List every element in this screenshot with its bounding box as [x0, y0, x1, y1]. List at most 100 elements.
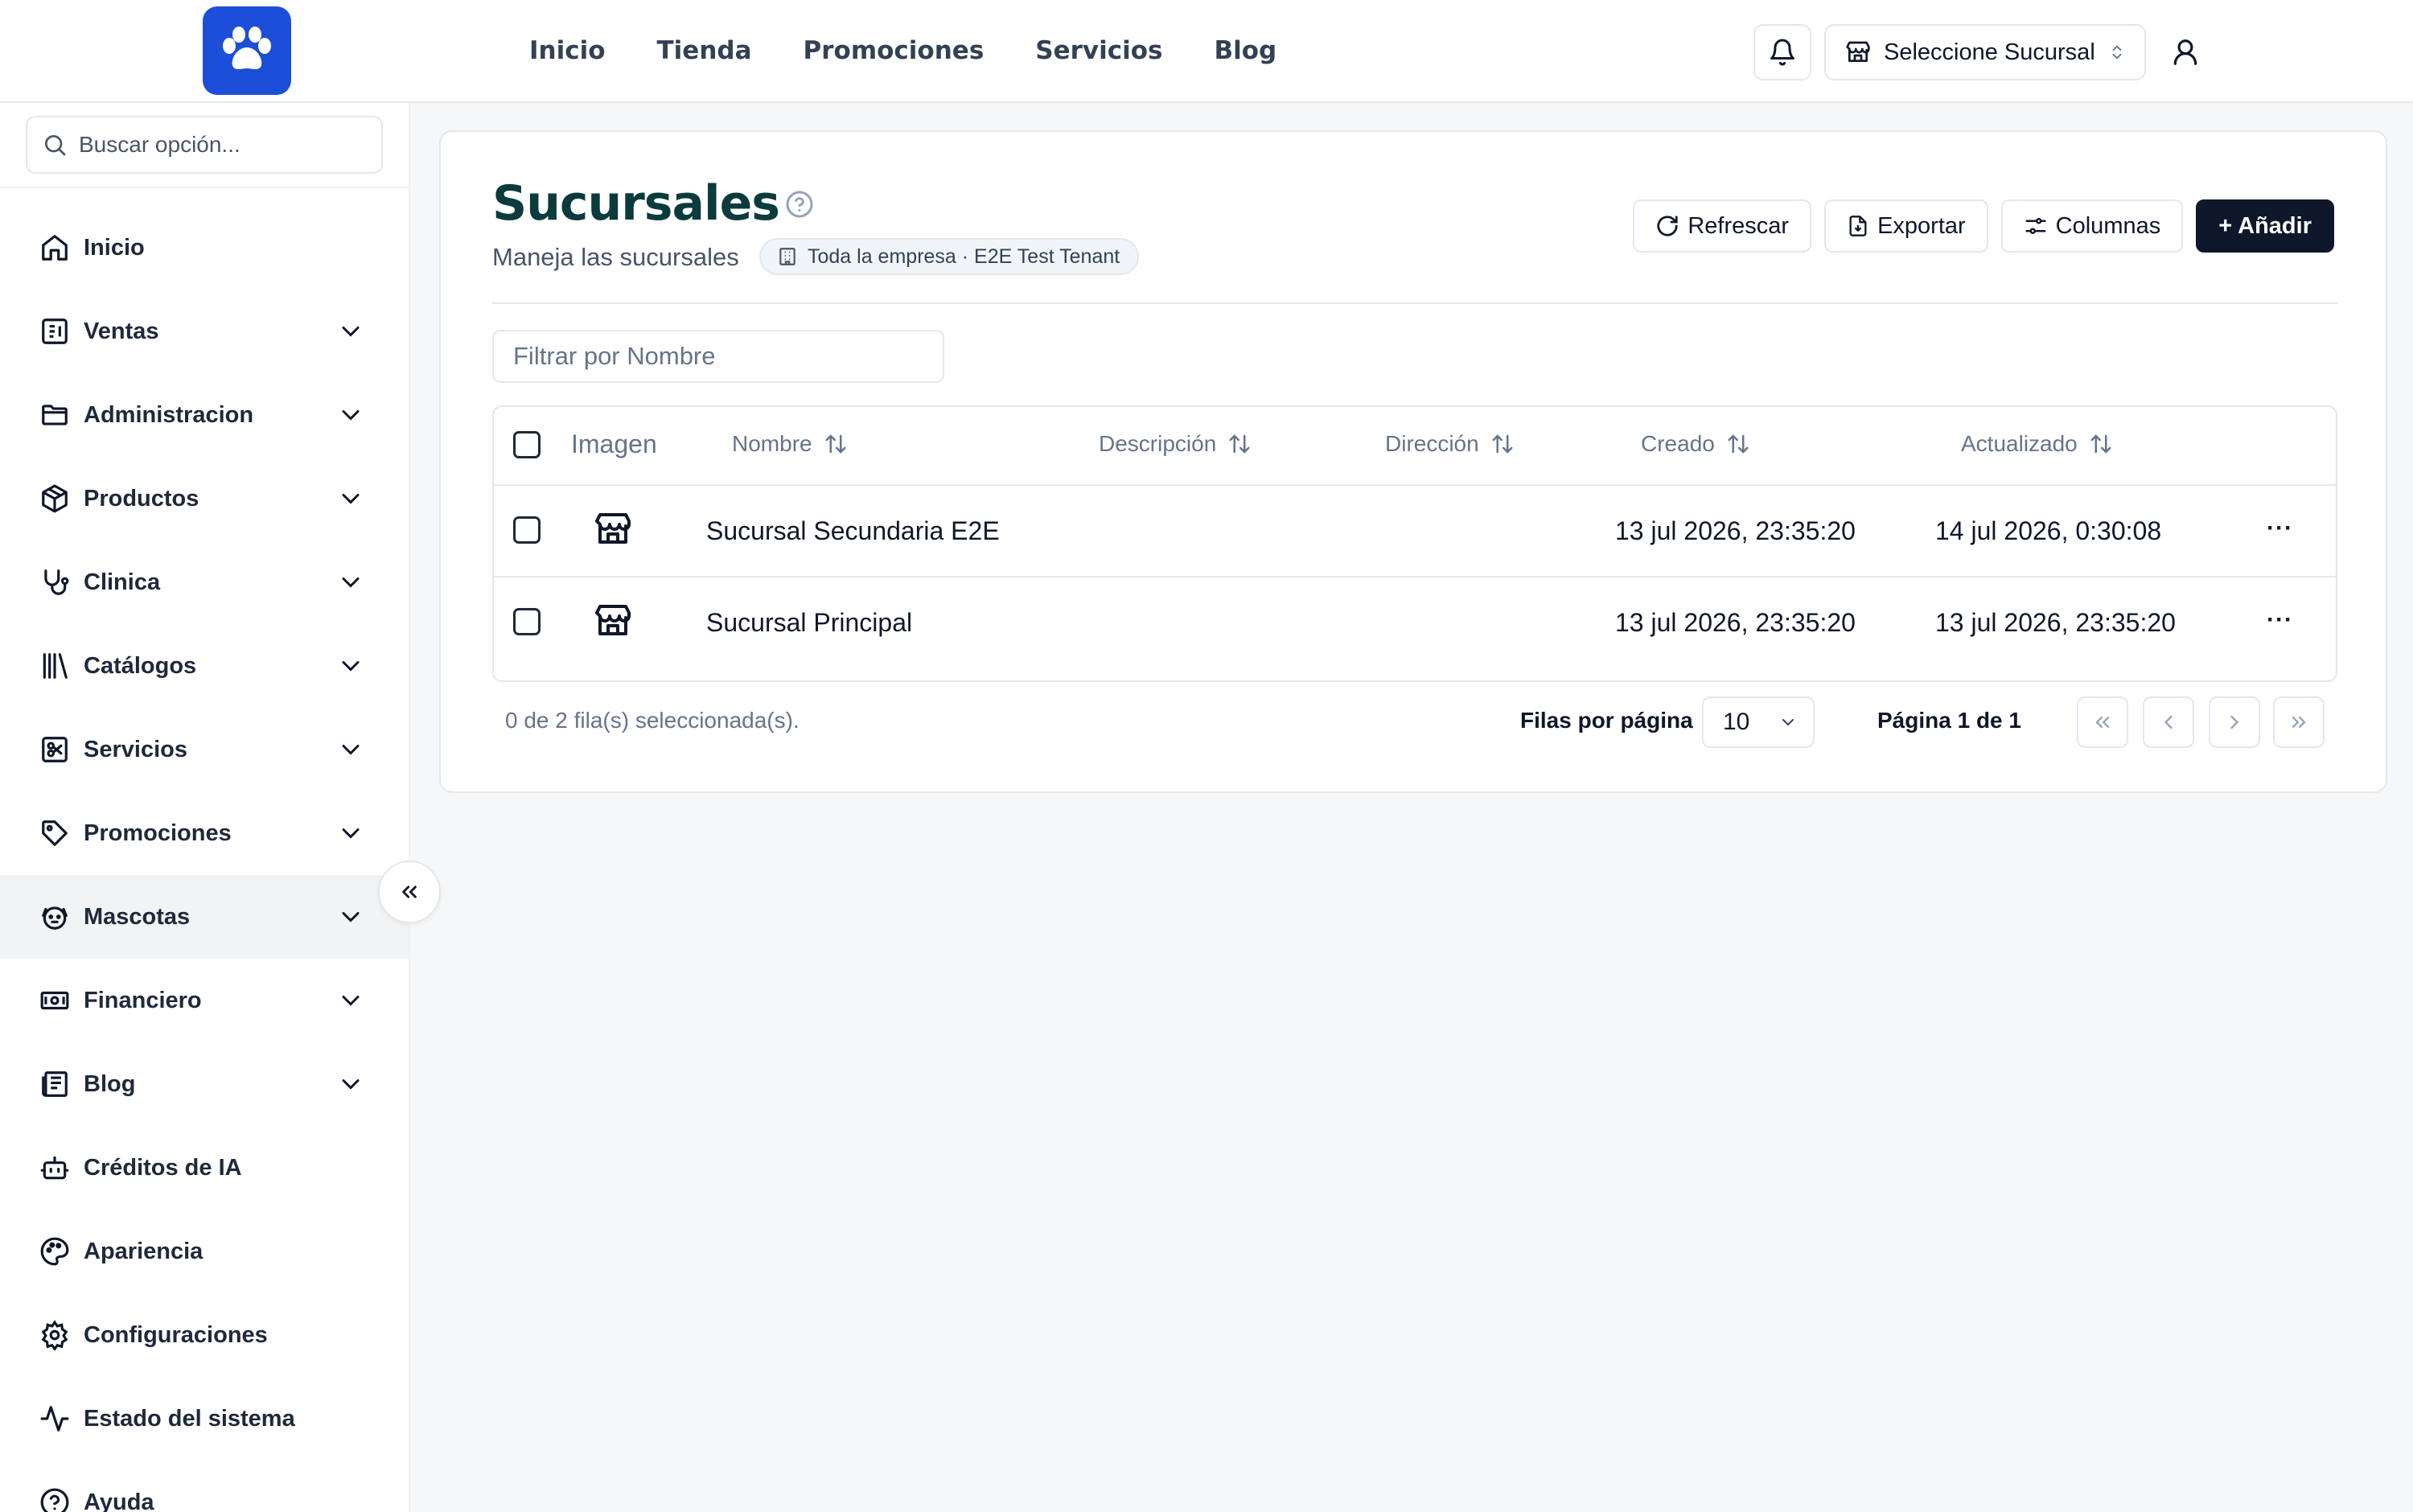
column-header-actualizado[interactable]: Actualizado: [1961, 431, 2113, 457]
sidebar-search-input[interactable]: [79, 132, 368, 158]
sort-icon: [1492, 434, 1513, 454]
chevron-down-icon: [342, 327, 360, 337]
last-page-button[interactable]: [2273, 696, 2325, 748]
row-checkbox[interactable]: [513, 516, 541, 544]
sidebar-item-productos[interactable]: Productos: [0, 457, 409, 540]
sidebar-item-label: Administracion: [84, 401, 254, 428]
refresh-button[interactable]: Refrescar: [1633, 199, 1812, 253]
sidebar: Inicio Ventas Administracion Productos C…: [0, 103, 410, 1512]
add-button-label: + Añadir: [2218, 212, 2312, 239]
bell-icon: [1770, 39, 1794, 66]
sidebar-search[interactable]: [26, 116, 383, 174]
sort-icon: [1728, 434, 1749, 454]
table-header: Imagen Nombre Descripción Dirección Crea…: [494, 407, 2336, 486]
sidebar-item-financiero[interactable]: Financiero: [0, 959, 409, 1042]
help-icon[interactable]: [785, 190, 814, 219]
column-header-label: Imagen: [571, 429, 657, 458]
nav-blog[interactable]: Blog: [1215, 36, 1277, 65]
scope-badge-label: Toda la empresa · E2E Test Tenant: [808, 244, 1120, 268]
branch-selector[interactable]: Seleccione Sucursal: [1824, 24, 2146, 80]
branches-card: Sucursales Maneja las sucursales Toda la…: [439, 130, 2387, 793]
table-row[interactable]: Sucursal Principal 13 jul 2026, 23:35:20…: [494, 577, 2336, 669]
column-header-imagen: Imagen: [571, 429, 657, 459]
user-menu-button[interactable]: [2164, 31, 2207, 74]
help-circle-icon: [39, 1486, 71, 1512]
chevron-down-icon: [342, 661, 360, 672]
newspaper-icon: [39, 1068, 71, 1100]
top-bar: Inicio Tienda Promociones Servicios Blog…: [0, 0, 2413, 103]
nav-servicios[interactable]: Servicios: [1035, 36, 1162, 65]
rows-per-page-label: Filas por página: [1520, 708, 1693, 733]
top-nav: Inicio Tienda Promociones Servicios Blog: [529, 0, 1276, 101]
nav-promociones[interactable]: Promociones: [804, 36, 985, 65]
rows-per-page-select[interactable]: 10: [1702, 696, 1815, 748]
cell-creado: 13 jul 2026, 23:35:20: [1615, 516, 1856, 545]
row-actions-button[interactable]: ···: [2267, 515, 2293, 542]
export-button-label: Exportar: [1877, 212, 1966, 239]
sidebar-item-creditos-ia[interactable]: Créditos de IA: [0, 1126, 409, 1210]
sidebar-item-ventas[interactable]: Ventas: [0, 290, 409, 373]
stethoscope-icon: [39, 566, 71, 598]
refresh-button-label: Refrescar: [1687, 212, 1790, 239]
chevron-down-icon: [342, 996, 360, 1006]
table-row[interactable]: Sucursal Secundaria E2E 13 jul 2026, 23:…: [494, 486, 2336, 577]
chevron-right-icon: [2230, 715, 2239, 729]
notifications-button[interactable]: [1753, 24, 1811, 80]
settings-icon: [39, 1319, 71, 1351]
nav-tienda[interactable]: Tienda: [657, 36, 752, 65]
sidebar-divider: [0, 187, 409, 188]
refresh-icon: [1657, 216, 1678, 236]
paw-logo-icon[interactable]: [203, 6, 291, 95]
sidebar-item-catalogos[interactable]: Catálogos: [0, 624, 409, 708]
row-checkbox[interactable]: [513, 608, 541, 635]
sidebar-item-administracion[interactable]: Administracion: [0, 373, 409, 457]
collapse-sidebar-button[interactable]: [378, 861, 441, 923]
sidebar-item-label: Apariencia: [84, 1238, 203, 1264]
sidebar-item-blog[interactable]: Blog: [0, 1042, 409, 1126]
first-page-button[interactable]: [2077, 696, 2128, 748]
previous-page-button[interactable]: [2143, 696, 2194, 748]
rows-per-page-value: 10: [1723, 709, 1750, 735]
row-actions-button[interactable]: ···: [2267, 606, 2293, 634]
sidebar-item-mascotas[interactable]: Mascotas: [0, 875, 409, 959]
folder-icon: [39, 399, 71, 431]
sidebar-menu: Inicio Ventas Administracion Productos C…: [0, 206, 409, 1512]
sidebar-item-servicios[interactable]: Servicios: [0, 708, 409, 791]
column-header-nombre[interactable]: Nombre: [732, 431, 848, 457]
sidebar-item-promociones[interactable]: Promociones: [0, 791, 409, 875]
sidebar-item-inicio[interactable]: Inicio: [0, 206, 409, 290]
sidebar-item-label: Blog: [84, 1070, 136, 1097]
column-header-descripcion[interactable]: Descripción: [1099, 431, 1252, 457]
chevrons-up-down-icon: [2112, 45, 2122, 60]
chevron-down-icon: [342, 577, 360, 588]
sidebar-item-clinica[interactable]: Clinica: [0, 540, 409, 624]
branch-selector-label: Seleccione Sucursal: [1884, 39, 2095, 65]
sidebar-item-estado-sistema[interactable]: Estado del sistema: [0, 1377, 409, 1461]
sidebar-item-ayuda[interactable]: Ayuda: [0, 1461, 409, 1512]
select-all-checkbox[interactable]: [513, 431, 541, 458]
cell-actualizado: 13 jul 2026, 23:35:20: [1935, 608, 2176, 637]
page-title: Sucursales: [492, 175, 780, 232]
page-info: Página 1 de 1: [1877, 708, 2021, 733]
sidebar-item-label: Catálogos: [84, 652, 197, 679]
chevron-down-icon: [1782, 719, 1794, 726]
next-page-button[interactable]: [2209, 696, 2260, 748]
column-header-direccion[interactable]: Dirección: [1385, 431, 1515, 457]
chevron-down-icon: [342, 912, 360, 922]
sidebar-item-apariencia[interactable]: Apariencia: [0, 1210, 409, 1293]
columns-button[interactable]: Columnas: [2000, 199, 2184, 253]
add-button[interactable]: + Añadir: [2196, 199, 2334, 253]
filter-name-input[interactable]: [492, 330, 944, 383]
column-header-creado[interactable]: Creado: [1641, 431, 1750, 457]
store-icon: [1846, 41, 1870, 62]
sidebar-item-configuraciones[interactable]: Configuraciones: [0, 1293, 409, 1377]
file-export-icon: [1849, 216, 1867, 236]
chevron-down-icon: [342, 745, 360, 755]
nav-inicio[interactable]: Inicio: [529, 36, 606, 65]
export-button[interactable]: Exportar: [1824, 199, 1988, 253]
sort-icon: [1229, 434, 1250, 454]
store-icon: [595, 513, 631, 544]
sidebar-item-label: Productos: [84, 485, 199, 512]
sidebar-item-label: Configuraciones: [84, 1321, 268, 1348]
home-icon: [39, 232, 71, 264]
